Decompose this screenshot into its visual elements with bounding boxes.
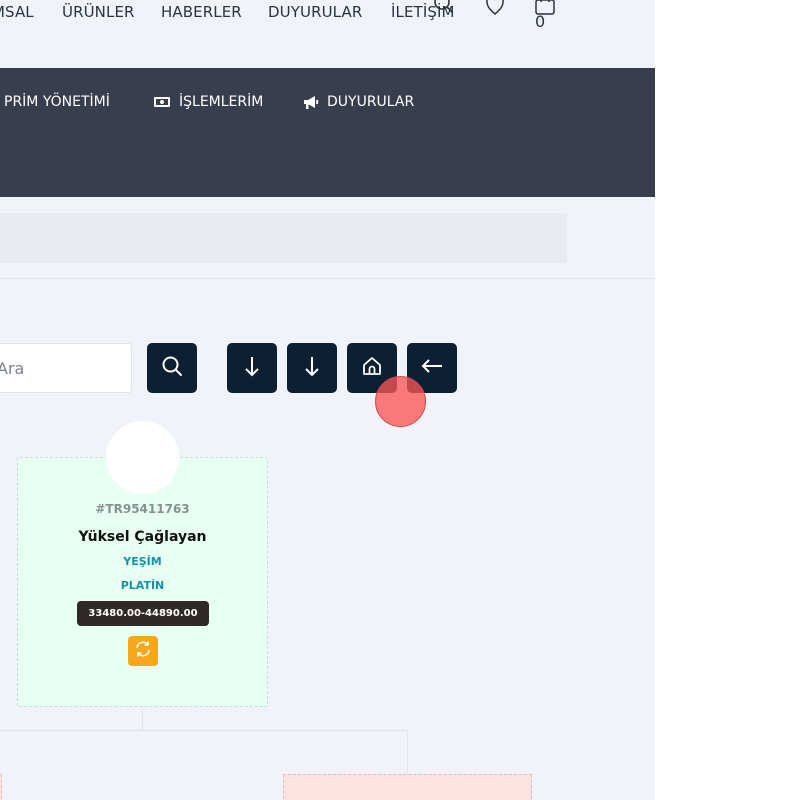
- cart-count: 0: [535, 12, 546, 31]
- search-icon[interactable]: [432, 0, 454, 20]
- megaphone-icon: [302, 95, 319, 110]
- nav-link-urunler[interactable]: ÜRÜNLER: [62, 3, 135, 21]
- member-search-field[interactable]: [0, 343, 132, 393]
- section-divider: [0, 278, 655, 279]
- expand-down-button[interactable]: [227, 343, 277, 393]
- arrow-down-icon: [302, 354, 322, 382]
- home-icon: [361, 355, 383, 381]
- nav-link-duyurular[interactable]: DUYURULAR: [268, 3, 362, 21]
- breadcrumb-bar: [0, 213, 567, 263]
- app-area: MSAL ÜRÜNLER HABERLER DUYURULAR İLETİŞİM…: [0, 0, 655, 800]
- heart-icon[interactable]: [484, 0, 506, 22]
- member-rank: YEŞİM: [123, 555, 162, 568]
- level-down-button[interactable]: [287, 343, 337, 393]
- member-card[interactable]: #TR95411763 Yüksel Çağlayan YEŞİM PLATİN…: [17, 457, 268, 707]
- click-indicator: [375, 376, 426, 427]
- member-avatar: [106, 421, 179, 494]
- menu-item-label: PRİM YÖNETİMİ: [4, 94, 110, 110]
- money-icon: [153, 95, 171, 109]
- tree-connector: [407, 730, 408, 774]
- tree-connector: [0, 730, 408, 731]
- dashboard-menu-bar: PRİM YÖNETİMİ İŞLEMLERİM DUYURULAR: [0, 68, 655, 197]
- menu-item-label: İŞLEMLERİM: [179, 94, 264, 110]
- member-search-input[interactable]: [0, 344, 131, 392]
- member-name: Yüksel Çağlayan: [78, 529, 207, 545]
- member-range-badge: 33480.00-44890.00: [77, 601, 209, 626]
- menu-item-islemlerim[interactable]: İŞLEMLERİM: [153, 93, 263, 111]
- nav-link-haberler[interactable]: HABERLER: [161, 3, 242, 21]
- arrow-down-icon: [242, 354, 262, 382]
- search-icon: [161, 355, 183, 381]
- refresh-icon: [134, 640, 152, 662]
- tree-connector: [142, 707, 143, 731]
- menu-item-label: DUYURULAR: [327, 94, 415, 110]
- arrow-left-icon: [420, 356, 444, 380]
- refresh-button[interactable]: [128, 636, 158, 666]
- member-id: #TR95411763: [95, 502, 190, 516]
- child-member-card[interactable]: [0, 774, 2, 800]
- nav-link-kurumsal[interactable]: MSAL: [0, 3, 34, 21]
- page: MSAL ÜRÜNLER HABERLER DUYURULAR İLETİŞİM…: [0, 0, 800, 800]
- child-member-card[interactable]: [283, 774, 532, 800]
- menu-item-duyurular[interactable]: DUYURULAR: [302, 93, 414, 111]
- search-button[interactable]: [147, 343, 197, 393]
- menu-item-prim-yonetimi[interactable]: PRİM YÖNETİMİ: [4, 93, 110, 111]
- top-navigation: MSAL ÜRÜNLER HABERLER DUYURULAR İLETİŞİM…: [0, 0, 655, 68]
- member-level: PLATİN: [120, 579, 165, 592]
